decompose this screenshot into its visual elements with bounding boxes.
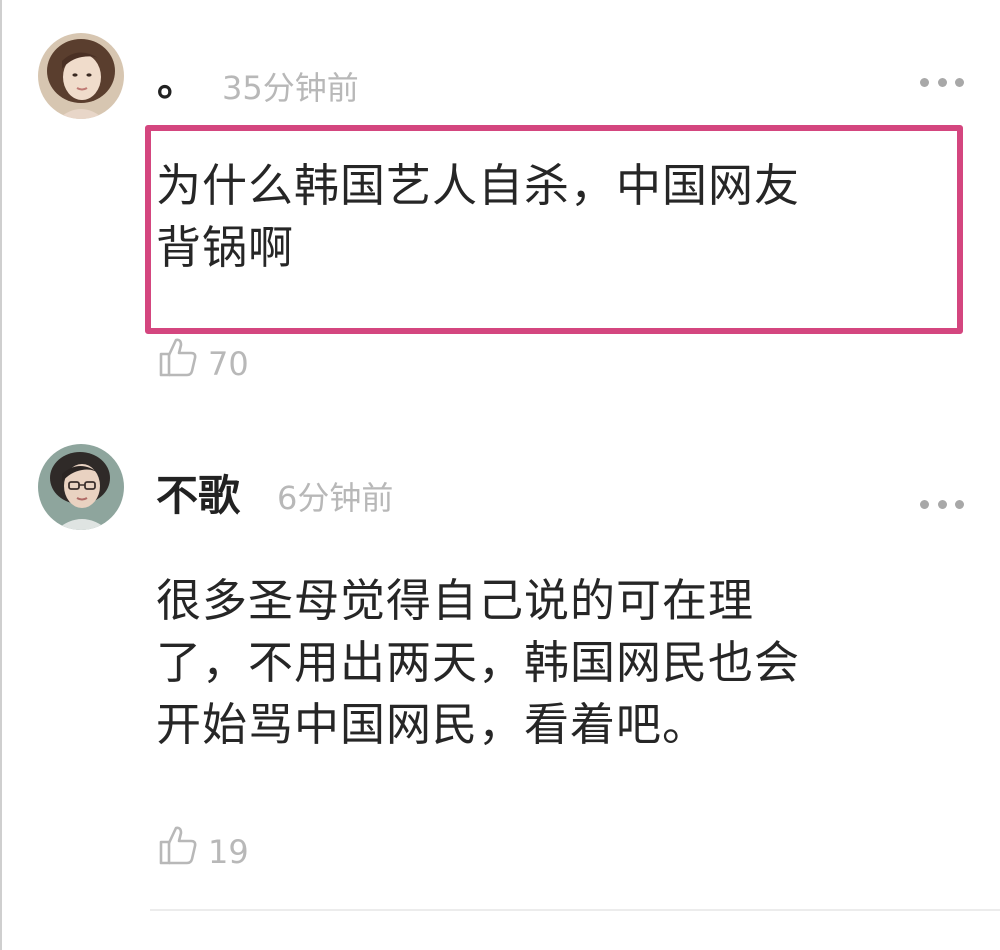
- more-options-button[interactable]: [920, 492, 964, 516]
- more-options-button[interactable]: [920, 70, 964, 94]
- like-button[interactable]: 19: [158, 818, 249, 872]
- comment-divider: [150, 909, 1000, 911]
- username[interactable]: 不歌: [156, 468, 240, 524]
- user-avatar-icon: [38, 444, 124, 530]
- comment-timestamp: 35分钟前: [222, 69, 359, 107]
- comment-text: 很多圣母觉得自己说的可在理 了，不用出两天，韩国网民也会 开始骂中国网民，看着吧…: [156, 570, 800, 756]
- comment-item: 。 35分钟前 为什么韩国艺人自杀，中国网友 背锅啊 70: [0, 0, 1000, 410]
- comment-timestamp: 6分钟前: [277, 479, 394, 517]
- avatar[interactable]: [38, 33, 124, 119]
- more-options-icon: [955, 77, 964, 87]
- comment-text-line: 开始骂中国网民，看着吧。: [156, 698, 709, 751]
- more-options-icon: [937, 77, 947, 87]
- user-avatar-icon: [38, 33, 124, 119]
- thumbs-up-icon: [159, 338, 197, 377]
- comment-item: 不歌 6分钟前 很多圣母觉得自己说的可在理 了，不用出两天，韩国网民也会 开始骂…: [0, 410, 1000, 910]
- avatar[interactable]: [38, 444, 124, 530]
- more-options-icon: [955, 499, 964, 509]
- comment-text-line: 很多圣母觉得自己说的可在理: [156, 574, 755, 627]
- highlight-frame: [145, 125, 963, 334]
- like-button[interactable]: 70: [158, 330, 249, 384]
- username[interactable]: 。: [157, 52, 197, 112]
- more-options-icon: [937, 499, 947, 509]
- more-options-icon: [920, 499, 929, 509]
- more-options-icon: [920, 77, 929, 87]
- comment-text-line: 了，不用出两天，韩国网民也会: [156, 636, 801, 689]
- like-count: 19: [208, 833, 249, 871]
- like-count: 70: [208, 345, 249, 383]
- thumbs-up-icon: [159, 826, 197, 865]
